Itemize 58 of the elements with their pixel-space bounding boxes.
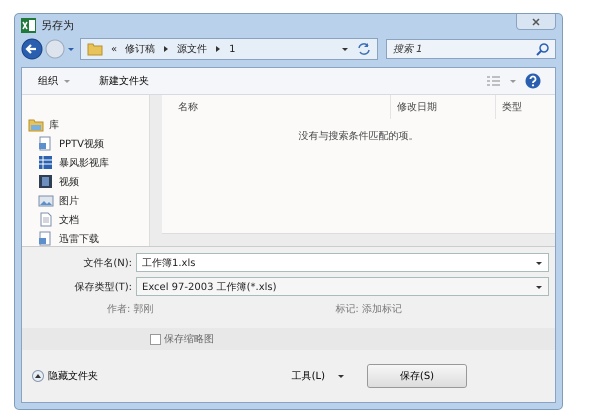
- image-icon: [38, 192, 54, 208]
- column-header[interactable]: 类型: [495, 95, 555, 119]
- sidebar-item[interactable]: 暴风影视库: [22, 153, 149, 172]
- back-icon[interactable]: [21, 38, 43, 60]
- dropdown-field[interactable]: Excel 97-2003 工作簿(*.xls): [136, 277, 549, 296]
- hide-folders-button[interactable]: 隐藏文件夹: [32, 369, 98, 383]
- library-folder-icon: [28, 116, 44, 132]
- refresh-icon[interactable]: [357, 42, 371, 56]
- caret-icon: [535, 284, 543, 290]
- breadcrumb[interactable]: 源文件: [177, 42, 208, 56]
- caret-icon: [337, 373, 345, 379]
- search-field[interactable]: 搜索 1: [386, 39, 556, 59]
- film-icon: [38, 174, 54, 190]
- sidebar-item[interactable]: PPTV视频: [22, 134, 149, 153]
- meta-label: 作者:: [107, 302, 130, 316]
- view-list-icon[interactable]: [486, 75, 501, 87]
- help-icon[interactable]: [525, 73, 541, 89]
- sidebar-item[interactable]: 迅雷下载: [22, 229, 149, 246]
- field-label: 保存类型(T):: [74, 280, 133, 294]
- sidebar-item[interactable]: 视频: [22, 172, 149, 191]
- search-placeholder: 搜索 1: [393, 42, 423, 56]
- window-title: 另存为: [41, 18, 74, 32]
- meta-label: 标记:: [335, 302, 359, 316]
- chevron-icon: [215, 45, 222, 53]
- checkbox[interactable]: [150, 334, 161, 344]
- column-header[interactable]: 修改日期: [390, 95, 495, 119]
- sidebar-item[interactable]: 图片: [22, 191, 149, 210]
- caret-icon[interactable]: [341, 46, 349, 52]
- checkbox-label[interactable]: 保存缩略图: [164, 332, 214, 346]
- new-folder-button[interactable]: 新建文件夹: [95, 72, 153, 90]
- field-label: 文件名(N):: [82, 256, 133, 270]
- tools-menu[interactable]: 工具(L): [286, 368, 351, 384]
- meta-value[interactable]: 郭刚: [133, 302, 154, 316]
- caret-icon: [535, 260, 543, 266]
- caret-icon: [63, 78, 71, 84]
- empty-message: 没有与搜索条件匹配的项。: [298, 130, 418, 144]
- grid-icon: [38, 154, 54, 170]
- horizontal-scrollbar[interactable]: [162, 233, 555, 246]
- dropdown-field[interactable]: 工作簿1.xls: [136, 253, 549, 272]
- sidebar-item[interactable]: 库: [22, 115, 149, 134]
- vertical-scrollbar[interactable]: [149, 95, 162, 246]
- meta-value[interactable]: 添加标记: [362, 302, 402, 316]
- close-button[interactable]: [516, 14, 556, 30]
- folder-icon: [87, 41, 103, 57]
- document-icon: [38, 212, 54, 228]
- collapse-icon: [32, 370, 44, 382]
- chevron-icon: [163, 45, 170, 53]
- breadcrumb[interactable]: 修订稿: [125, 42, 156, 56]
- column-header[interactable]: 名称: [162, 95, 390, 119]
- address-bar[interactable]: « 修订稿 源文件 1: [80, 38, 378, 60]
- close-icon: [532, 18, 540, 26]
- organize-menu[interactable]: 组织: [34, 72, 75, 90]
- breadcrumb[interactable]: 1: [229, 44, 236, 54]
- spreadsheet-icon: [21, 18, 36, 32]
- search-icon: [536, 42, 549, 56]
- overflow-chevron[interactable]: «: [111, 44, 118, 54]
- save-button[interactable]: 保存(S): [367, 364, 467, 388]
- sidebar-item[interactable]: 文档: [22, 210, 149, 229]
